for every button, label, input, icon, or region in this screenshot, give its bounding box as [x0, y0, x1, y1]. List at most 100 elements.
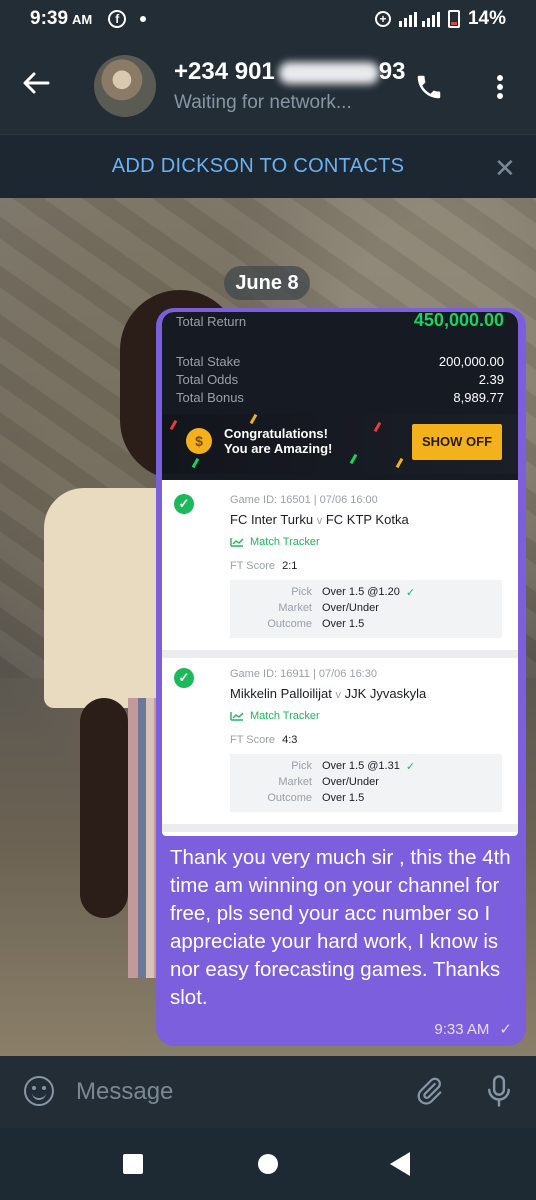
confetti	[249, 413, 258, 425]
status-bar: 9:39 AM f + 14%	[0, 0, 536, 38]
contact-status: Waiting for network...	[174, 92, 352, 113]
message-time: 9:33 AM	[434, 1020, 490, 1038]
bet-details: Pick Over 1.5 @1.31 ✓ Market Over/Under …	[230, 754, 502, 812]
coin-icon: $	[186, 428, 212, 454]
away-team: FC KTP Kotka	[325, 512, 409, 527]
contact-info[interactable]: +234 901 93 Waiting for network...	[174, 58, 405, 114]
clock: 9:39	[30, 8, 69, 29]
compose-bar: Message	[0, 1056, 536, 1128]
market-label: Market	[278, 602, 312, 614]
close-icon[interactable]: ✕	[494, 153, 516, 184]
recents-icon[interactable]	[123, 1154, 143, 1174]
detail-row: Market Over/Under	[230, 602, 502, 614]
chart-icon	[230, 712, 244, 721]
ticket-row: Total Stake 200,000.00	[176, 354, 504, 369]
outcome-label: Outcome	[267, 792, 312, 804]
home-team: FC Inter Turku	[230, 512, 314, 527]
phone-icon[interactable]	[414, 72, 444, 102]
ticket-row: Total Odds 2.39	[176, 372, 504, 387]
market-label: Market	[278, 776, 312, 788]
total-return-value: 450,000.00	[413, 312, 504, 330]
show-off-button[interactable]: SHOW OFF	[412, 424, 502, 460]
add-contact-bar: ADD DICKSON TO CONTACTS ✕	[0, 134, 536, 198]
contact-name-suffix: 93	[378, 58, 406, 85]
add-contact-button[interactable]: ADD DICKSON TO CONTACTS	[112, 155, 405, 178]
congrats-banner: $ Congratulations! You are Amazing! SHOW…	[162, 413, 518, 474]
divider	[162, 824, 518, 832]
message-bubble[interactable]: Total Return 450,000.00 Total Stake 200,…	[156, 308, 526, 1046]
congrats-line-2: You are Amazing!	[224, 441, 333, 456]
system-nav-bar	[0, 1128, 536, 1200]
signal-icon	[398, 11, 440, 27]
confetti	[373, 421, 382, 433]
market-value: Over/Under	[322, 602, 379, 614]
market-value: Over/Under	[322, 776, 379, 788]
ticket-row-value: 8,989.77	[453, 390, 504, 405]
versus: v	[335, 689, 342, 701]
facebook-icon: f	[108, 10, 127, 28]
check-icon: ✓	[499, 1021, 512, 1038]
check-icon: ✓	[174, 668, 194, 688]
pick-label: Pick	[291, 586, 312, 598]
versus: v	[316, 515, 323, 527]
game-id: Game ID: 16911 | 07/06 16:30	[230, 668, 377, 680]
contact-name: +234 901 93	[174, 58, 405, 86]
avatar[interactable]	[94, 55, 156, 117]
home-icon[interactable]	[258, 1154, 278, 1174]
detail-row: Market Over/Under	[230, 776, 502, 788]
check-icon: ✓	[405, 761, 416, 773]
chat-area[interactable]: June 8 Total Return 450,000.00 Total Sta…	[0, 198, 536, 1056]
ticket-row-value: 200,000.00	[438, 354, 504, 369]
battery-icon	[447, 10, 460, 28]
contact-name-prefix: +234 901	[174, 58, 275, 85]
outcome-value: Over 1.5	[322, 618, 365, 630]
ticket-row-label: Total Bonus	[176, 390, 244, 405]
ft-score-value: 2:1	[282, 560, 298, 572]
nav-back-icon[interactable]	[390, 1152, 410, 1176]
match-tracker-link[interactable]: Match Tracker	[230, 536, 320, 548]
chart-icon	[230, 538, 244, 547]
ft-score-label: FT Score	[230, 734, 276, 746]
outcome-label: Outcome	[267, 618, 312, 630]
bet-details: Pick Over 1.5 @1.20 ✓ Market Over/Under …	[230, 580, 502, 638]
mic-icon[interactable]	[484, 1074, 514, 1108]
date-separator: June 8	[224, 266, 310, 300]
message-text: Thank you very much sir , this the 4th t…	[170, 846, 511, 1009]
ticket-row-value: 2.39	[478, 372, 504, 387]
notification-dot-icon	[140, 16, 147, 22]
match-teams: Mikkelin Palloilijat v JJK Jyvaskyla	[230, 686, 426, 701]
back-arrow-icon[interactable]	[22, 69, 58, 103]
ticket-row-label: Total Odds	[176, 372, 239, 387]
emoji-icon[interactable]	[24, 1076, 54, 1106]
ft-score: FT Score 4:3	[230, 734, 297, 746]
ft-score-value: 4:3	[282, 734, 298, 746]
more-vert-icon[interactable]	[490, 72, 510, 102]
match-tracker-link[interactable]: Match Tracker	[230, 710, 320, 722]
outcome-value: Over 1.5	[322, 792, 365, 804]
detail-row: Pick Over 1.5 @1.31 ✓	[230, 760, 502, 773]
ft-score-label: FT Score	[230, 560, 276, 572]
bet-ticket-image[interactable]: Total Return 450,000.00 Total Stake 200,…	[162, 312, 518, 836]
detail-row: Pick Over 1.5 @1.20 ✓	[230, 586, 502, 599]
message-meta: 9:33 AM ✓	[434, 1020, 512, 1039]
ticket-row-label: Total Stake	[176, 354, 241, 369]
detail-row: Outcome Over 1.5	[230, 792, 502, 804]
match-teams: FC Inter Turku v FC KTP Kotka	[230, 512, 409, 527]
confetti	[191, 457, 200, 469]
total-return-label: Total Return	[176, 314, 247, 329]
wallpaper-photo-arm	[80, 698, 128, 918]
congrats-line-1: Congratulations!	[224, 426, 328, 441]
status-right: + 14%	[374, 8, 506, 30]
ticket-row: Total Bonus 8,989.77	[176, 390, 504, 405]
attach-icon[interactable]	[414, 1076, 444, 1106]
match-tracker-label: Match Tracker	[250, 710, 320, 722]
detail-row: Outcome Over 1.5	[230, 618, 502, 630]
away-team: JJK Jyvaskyla	[344, 686, 427, 701]
confetti	[395, 457, 404, 469]
message-input[interactable]: Message	[76, 1078, 173, 1106]
game-id: Game ID: 16501 | 07/06 16:00	[230, 494, 378, 506]
data-saver-icon: +	[374, 11, 391, 27]
chat-header: +234 901 93 Waiting for network...	[0, 38, 536, 134]
confetti	[349, 453, 358, 465]
check-icon: ✓	[174, 494, 194, 514]
